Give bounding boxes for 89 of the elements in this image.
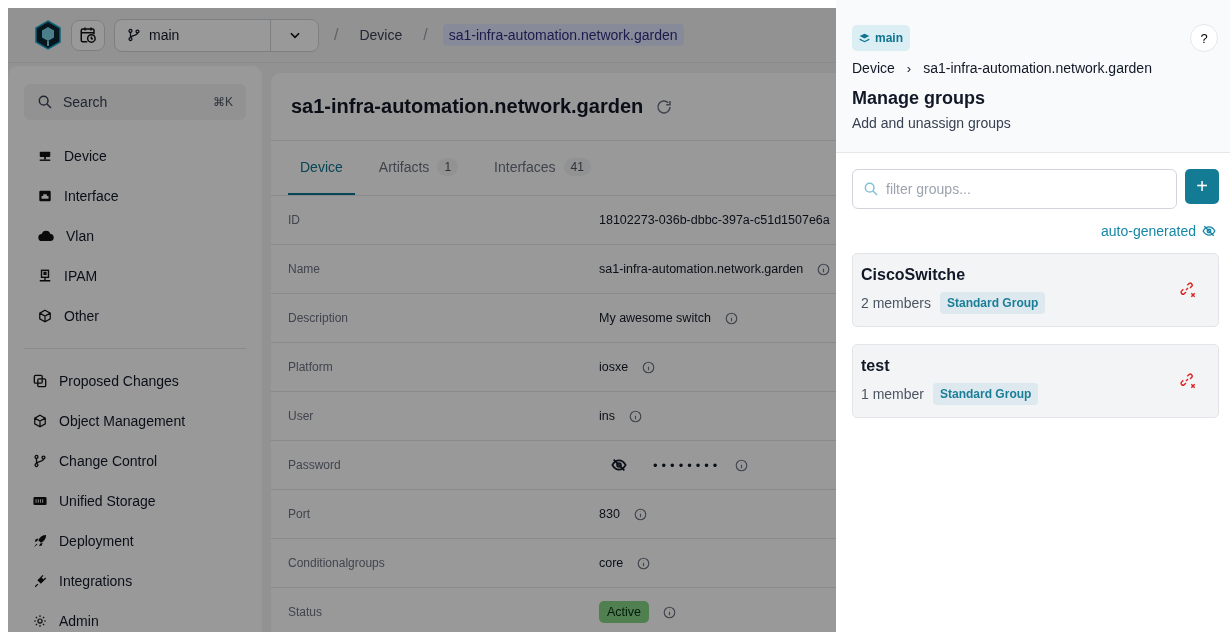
branch-icon — [33, 454, 47, 468]
add-button[interactable]: + — [1185, 169, 1219, 204]
cube-icon — [38, 309, 52, 323]
field-label: ID — [288, 213, 301, 227]
field-value: iosxe — [599, 360, 629, 374]
tab[interactable]: Device — [288, 141, 355, 195]
info-icon[interactable] — [724, 311, 738, 325]
field-label: Status — [288, 605, 324, 619]
nav-item[interactable]: Object Management — [24, 401, 246, 441]
help-button[interactable]: ? — [1190, 24, 1218, 52]
copy-icon — [33, 374, 47, 388]
eye-slash-icon — [1202, 224, 1216, 238]
breadcrumb-link[interactable]: Device — [852, 60, 895, 76]
eye-slash-icon[interactable] — [611, 457, 627, 473]
count-badge: 41 — [563, 158, 591, 176]
calendar-clock-icon — [79, 26, 97, 44]
breadcrumb-separator: › — [906, 60, 912, 76]
filter-field[interactable]: filter groups... — [852, 169, 1177, 209]
breadcrumb-link[interactable]: sa1-infra-automation.network.garden — [923, 60, 1152, 76]
breadcrumb-link[interactable]: sa1-infra-automation.network.garden — [442, 24, 684, 46]
field-label: Conditionalgroups — [288, 556, 386, 570]
nav-item[interactable]: Deployment — [24, 521, 246, 561]
nav-item[interactable]: Change Control — [24, 441, 246, 481]
unlink-icon — [1180, 373, 1196, 389]
drawer-title: Manage groups — [852, 88, 986, 109]
layers-icon — [859, 32, 870, 44]
info-icon[interactable] — [642, 360, 656, 374]
info-icon[interactable] — [633, 507, 647, 521]
info-icon[interactable] — [817, 262, 831, 276]
nav-item[interactable]: Other — [24, 296, 246, 336]
info-icon[interactable] — [637, 556, 651, 570]
monitor-stand-icon — [38, 269, 52, 283]
field-value: ins — [599, 409, 615, 423]
field-value: core — [599, 556, 624, 570]
search-field[interactable]: Search ⌘K — [24, 84, 246, 120]
nav-item[interactable]: Interface — [24, 176, 246, 216]
member-count: 1 member — [861, 386, 925, 402]
search-icon — [37, 94, 53, 110]
group-name: test — [861, 357, 891, 375]
member-count: 2 members — [861, 295, 932, 311]
breadcrumb-separator: / — [334, 26, 339, 44]
search-placeholder: Search — [63, 94, 108, 110]
plug-icon — [33, 574, 47, 588]
field-value: 18102273-036b-dbbc-397a-c51d1507e6a — [599, 213, 830, 227]
count-badge: 1 — [437, 158, 459, 176]
field-value: sa1-infra-automation.network.garden — [599, 262, 804, 276]
field-label: Description — [288, 311, 350, 325]
field-label: Port — [288, 507, 311, 521]
unlink-icon — [1180, 282, 1196, 298]
tab[interactable]: Artifacts 1 — [366, 141, 471, 195]
tab[interactable]: Interfaces 41 — [482, 141, 603, 195]
group-type-tag: Standard Group — [933, 383, 1039, 405]
info-icon[interactable] — [663, 605, 677, 619]
field-label: Password — [288, 458, 342, 472]
field-label: Name — [288, 262, 321, 276]
storage-icon — [33, 495, 47, 507]
nav-item[interactable]: Vlan — [24, 216, 246, 256]
status-badge: Active — [599, 601, 650, 623]
group-type-tag: Standard Group — [940, 292, 1046, 314]
cube-icon — [33, 414, 47, 428]
shortcut-hint: ⌘K — [213, 95, 233, 109]
nav-item[interactable]: Proposed Changes — [24, 361, 246, 401]
nav-item[interactable]: IPAM — [24, 256, 246, 296]
group-name: CiscoSwitche — [861, 266, 967, 284]
nav-item[interactable]: Device — [24, 136, 246, 176]
drawer-subtitle: Add and unassign groups — [852, 115, 1012, 131]
monitor-icon — [38, 149, 52, 163]
cloud-icon — [38, 229, 54, 243]
branch-badge: main — [852, 25, 910, 51]
breadcrumb-link[interactable]: Device — [353, 24, 409, 46]
masked-password: •••••••• — [653, 457, 722, 473]
rocket-icon — [33, 534, 47, 548]
info-icon[interactable] — [735, 458, 749, 472]
nav-item[interactable]: Unified Storage — [24, 481, 246, 521]
field-value: My awesome switch — [599, 311, 711, 325]
refresh-icon[interactable] — [655, 97, 674, 116]
nav-item[interactable]: Admin — [24, 601, 246, 632]
search-icon — [863, 181, 879, 197]
page-title: sa1-infra-automation.network.garden — [291, 95, 644, 118]
info-icon[interactable] — [629, 409, 642, 423]
toggle-link[interactable]: auto-generated — [1101, 223, 1219, 239]
ethernet-port-icon — [38, 189, 52, 203]
breadcrumb-separator: / — [423, 26, 428, 44]
field-label: User — [288, 409, 315, 423]
nav-item[interactable]: Integrations — [24, 561, 246, 601]
logo-icon[interactable] — [34, 20, 62, 50]
calendar-clock-button[interactable] — [71, 19, 105, 51]
field-label: Platform — [288, 360, 334, 374]
field-value: 830 — [599, 507, 620, 521]
